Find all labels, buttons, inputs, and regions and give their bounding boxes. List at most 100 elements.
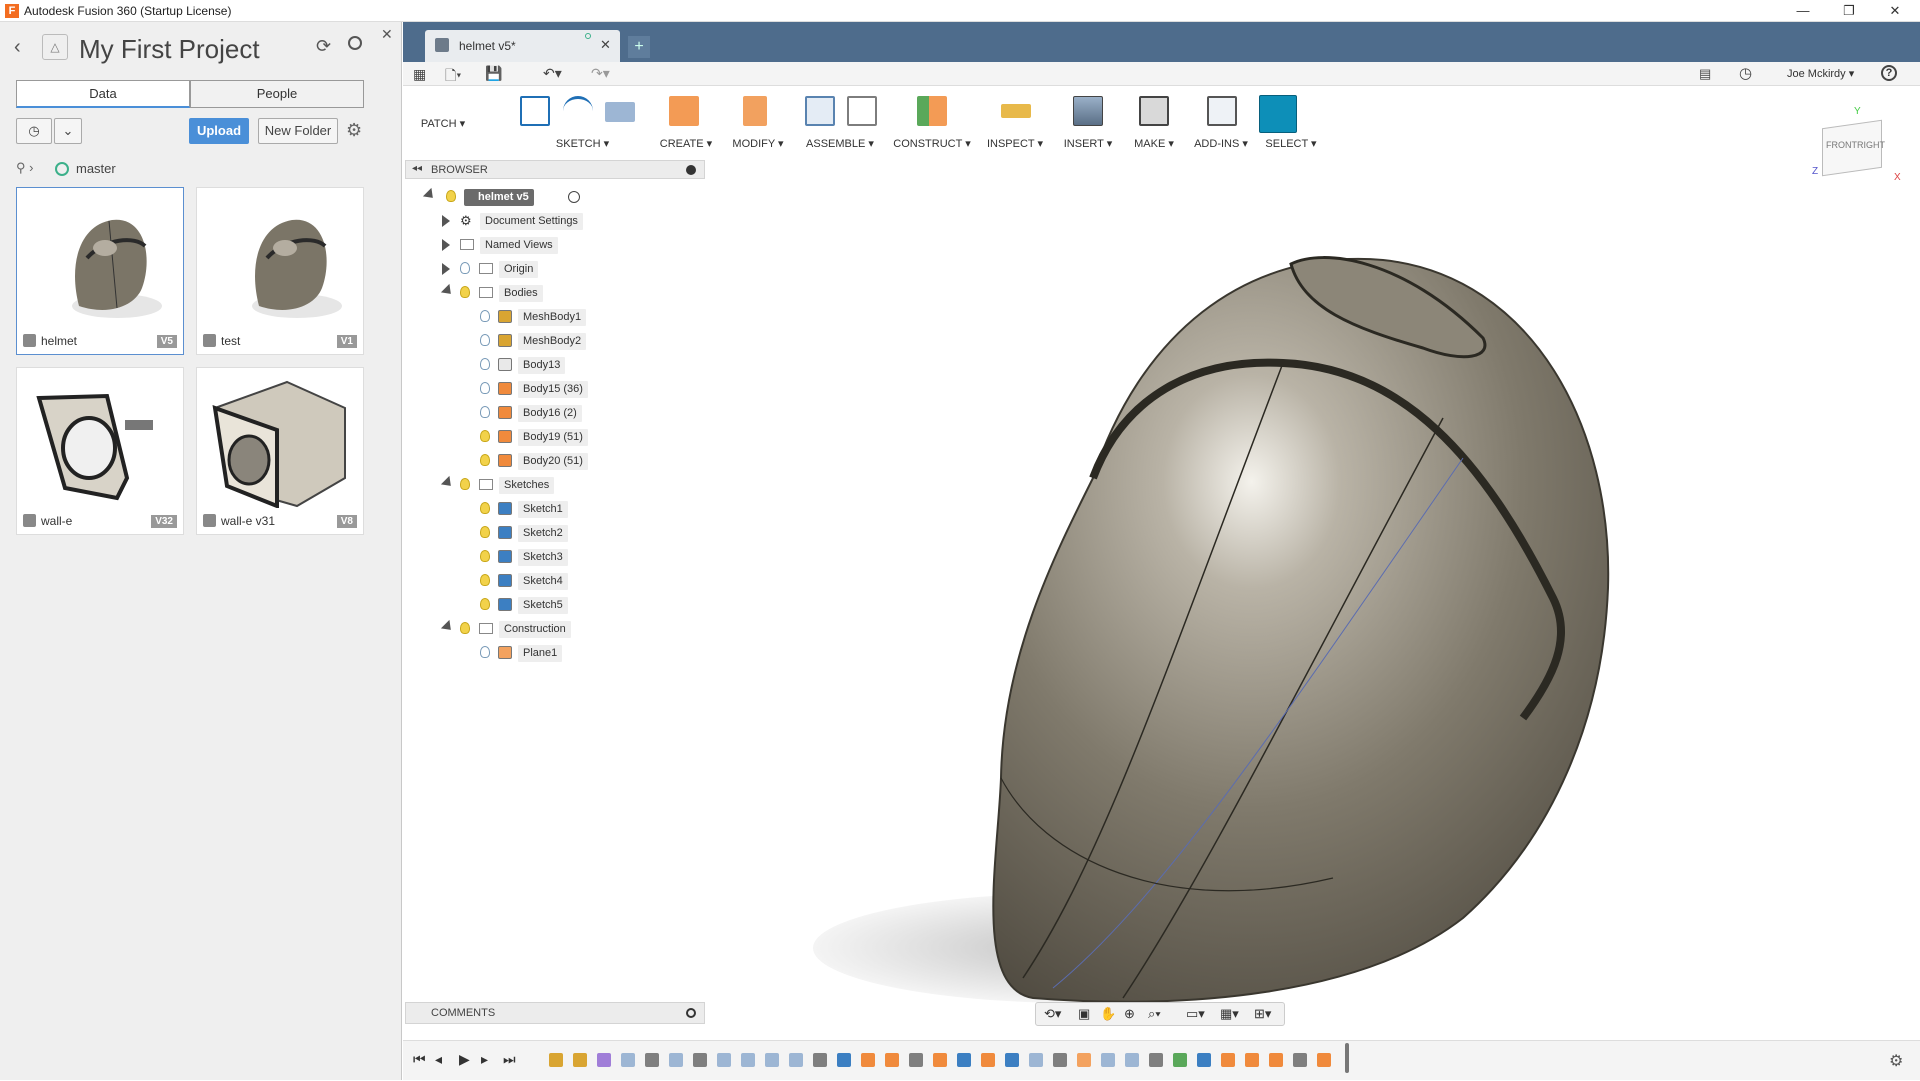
timeline-feature-icon[interactable] <box>981 1053 995 1067</box>
comments-panel-header[interactable]: COMMENTS <box>405 1002 705 1024</box>
notifications-icon[interactable]: ▤ <box>1699 66 1711 82</box>
visibility-bulb-icon[interactable] <box>480 598 490 610</box>
activate-radio-icon[interactable] <box>568 191 580 203</box>
tab-data[interactable]: Data <box>16 80 190 108</box>
timeline-feature-icon[interactable] <box>1029 1053 1043 1067</box>
timeline-feature-icon[interactable] <box>1053 1053 1067 1067</box>
visibility-bulb-icon[interactable] <box>480 430 490 442</box>
visibility-bulb-icon[interactable] <box>480 646 490 658</box>
comments-add-icon[interactable] <box>686 1008 696 1018</box>
design-card-wall-e-v31[interactable]: wall-e v31 V8 <box>196 367 364 535</box>
timeline-next-icon[interactable]: ▸ <box>481 1051 488 1068</box>
display-settings-icon[interactable]: ▭▾ <box>1186 1006 1205 1022</box>
tree-item[interactable]: Sketch2 <box>436 523 636 543</box>
ribbon-group-select[interactable]: SELECT ▾ <box>1259 86 1323 158</box>
timeline-prev-icon[interactable]: ◂ <box>435 1051 442 1068</box>
visibility-bulb-icon[interactable] <box>480 550 490 562</box>
gear-icon[interactable]: ⚙ <box>346 120 362 141</box>
rectangle-icon[interactable] <box>605 102 635 122</box>
zoom-icon[interactable]: ⊕ <box>1124 1006 1135 1022</box>
search-icon[interactable] <box>348 36 362 50</box>
tree-item[interactable]: Bodies <box>436 283 636 303</box>
user-menu[interactable]: Joe Mckirdy ▾ <box>1787 67 1854 80</box>
hub-icon[interactable]: ⚲ › <box>16 160 33 176</box>
restore-button[interactable]: ❐ <box>1826 0 1872 22</box>
visibility-bulb-icon[interactable] <box>460 286 470 298</box>
ribbon-group-add-ins[interactable]: ADD-INS ▾ <box>1185 86 1257 158</box>
timeline-feature-icon[interactable] <box>645 1053 659 1067</box>
tree-item[interactable]: Sketch3 <box>436 547 636 567</box>
close-panel-icon[interactable]: ✕ <box>381 26 393 43</box>
tree-item[interactable]: Named Views <box>436 235 636 255</box>
offset-plane-icon[interactable] <box>917 96 947 126</box>
visibility-bulb-icon[interactable] <box>480 502 490 514</box>
fit-icon[interactable]: ⌕▾ <box>1148 1006 1161 1022</box>
orbit-icon[interactable]: ⟲▾ <box>1044 1006 1061 1022</box>
timeline-feature-icon[interactable] <box>813 1053 827 1067</box>
view-cube-front[interactable]: FRONT <box>1826 140 1857 150</box>
timeline-feature-icon[interactable] <box>597 1053 611 1067</box>
close-tab-icon[interactable]: ✕ <box>600 37 611 53</box>
timeline-feature-icon[interactable] <box>1269 1053 1283 1067</box>
timeline-feature-icon[interactable] <box>861 1053 875 1067</box>
design-card-wall-e[interactable]: wall-e V32 <box>16 367 184 535</box>
measure-icon[interactable] <box>1001 104 1031 118</box>
tree-item[interactable]: Sketch4 <box>436 571 636 591</box>
tree-item[interactable]: MeshBody1 <box>436 307 636 327</box>
project-hub-icon[interactable]: △ <box>42 34 68 60</box>
visibility-bulb-icon[interactable] <box>460 262 470 274</box>
timeline-feature-icon[interactable] <box>1293 1053 1307 1067</box>
timeline-feature-icon[interactable] <box>1125 1053 1139 1067</box>
joint-icon[interactable] <box>847 96 877 126</box>
design-card-helmet[interactable]: helmet V5 <box>16 187 184 355</box>
ribbon-group-sketch[interactable]: SKETCH ▾ <box>515 86 650 158</box>
press-pull-icon[interactable] <box>743 96 767 126</box>
visibility-bulb-icon[interactable] <box>460 622 470 634</box>
visibility-bulb-icon[interactable] <box>480 310 490 322</box>
save-icon[interactable]: 💾 <box>485 65 502 82</box>
back-arrow-icon[interactable]: ‹ <box>14 36 21 59</box>
workspace-switcher[interactable]: PATCH ▾ <box>413 86 473 158</box>
ribbon-group-construct[interactable]: CONSTRUCT ▾ <box>887 86 977 158</box>
timeline-feature-icon[interactable] <box>669 1053 683 1067</box>
design-card-test[interactable]: test V1 <box>196 187 364 355</box>
timeline-settings-gear-icon[interactable]: ⚙ <box>1889 1051 1903 1071</box>
timeline-play-icon[interactable]: ▶ <box>459 1051 470 1068</box>
timeline-feature-icon[interactable] <box>573 1053 587 1067</box>
timeline-feature-icon[interactable] <box>741 1053 755 1067</box>
redo-icon[interactable]: ↷▾ <box>591 65 610 82</box>
extrude-icon[interactable] <box>669 96 699 126</box>
help-icon[interactable]: ? <box>1881 65 1897 81</box>
timeline-feature-icon[interactable] <box>909 1053 923 1067</box>
visibility-bulb-icon[interactable] <box>480 358 490 370</box>
timeline-feature-icon[interactable] <box>885 1053 899 1067</box>
tree-item[interactable]: Body19 (51) <box>436 427 636 447</box>
scripts-addins-icon[interactable] <box>1207 96 1237 126</box>
ribbon-group-assemble[interactable]: ASSEMBLE ▾ <box>795 86 885 158</box>
visibility-bulb-icon[interactable] <box>480 382 490 394</box>
tree-item[interactable]: Plane1 <box>436 643 636 663</box>
timeline-feature-icon[interactable] <box>1173 1053 1187 1067</box>
visibility-bulb-icon[interactable] <box>480 406 490 418</box>
tree-item[interactable]: MeshBody2 <box>436 331 636 351</box>
view-cube-right[interactable]: RIGHT <box>1857 140 1885 150</box>
expand-toggle-icon[interactable] <box>442 263 450 275</box>
ribbon-group-insert[interactable]: INSERT ▾ <box>1053 86 1123 158</box>
visibility-bulb-icon[interactable] <box>446 190 456 202</box>
timeline-feature-icon[interactable] <box>1317 1053 1331 1067</box>
new-folder-button[interactable]: New Folder <box>258 118 338 144</box>
timeline-feature-icon[interactable] <box>1221 1053 1235 1067</box>
look-at-icon[interactable]: ▣ <box>1078 1006 1090 1022</box>
select-icon[interactable] <box>1259 95 1297 133</box>
tree-item[interactable]: Body13 <box>436 355 636 375</box>
visibility-bulb-icon[interactable] <box>480 526 490 538</box>
tree-item[interactable]: Construction <box>436 619 636 639</box>
timeline-feature-icon[interactable] <box>1077 1053 1091 1067</box>
timeline-feature-icon[interactable] <box>765 1053 779 1067</box>
timeline-feature-icon[interactable] <box>1197 1053 1211 1067</box>
timeline-feature-icon[interactable] <box>549 1053 563 1067</box>
new-tab-icon[interactable]: + <box>628 36 650 58</box>
grid-menu-icon[interactable]: ▦ <box>413 66 426 83</box>
ribbon-group-create[interactable]: CREATE ▾ <box>651 86 721 158</box>
browser-pin-icon[interactable] <box>686 165 696 175</box>
